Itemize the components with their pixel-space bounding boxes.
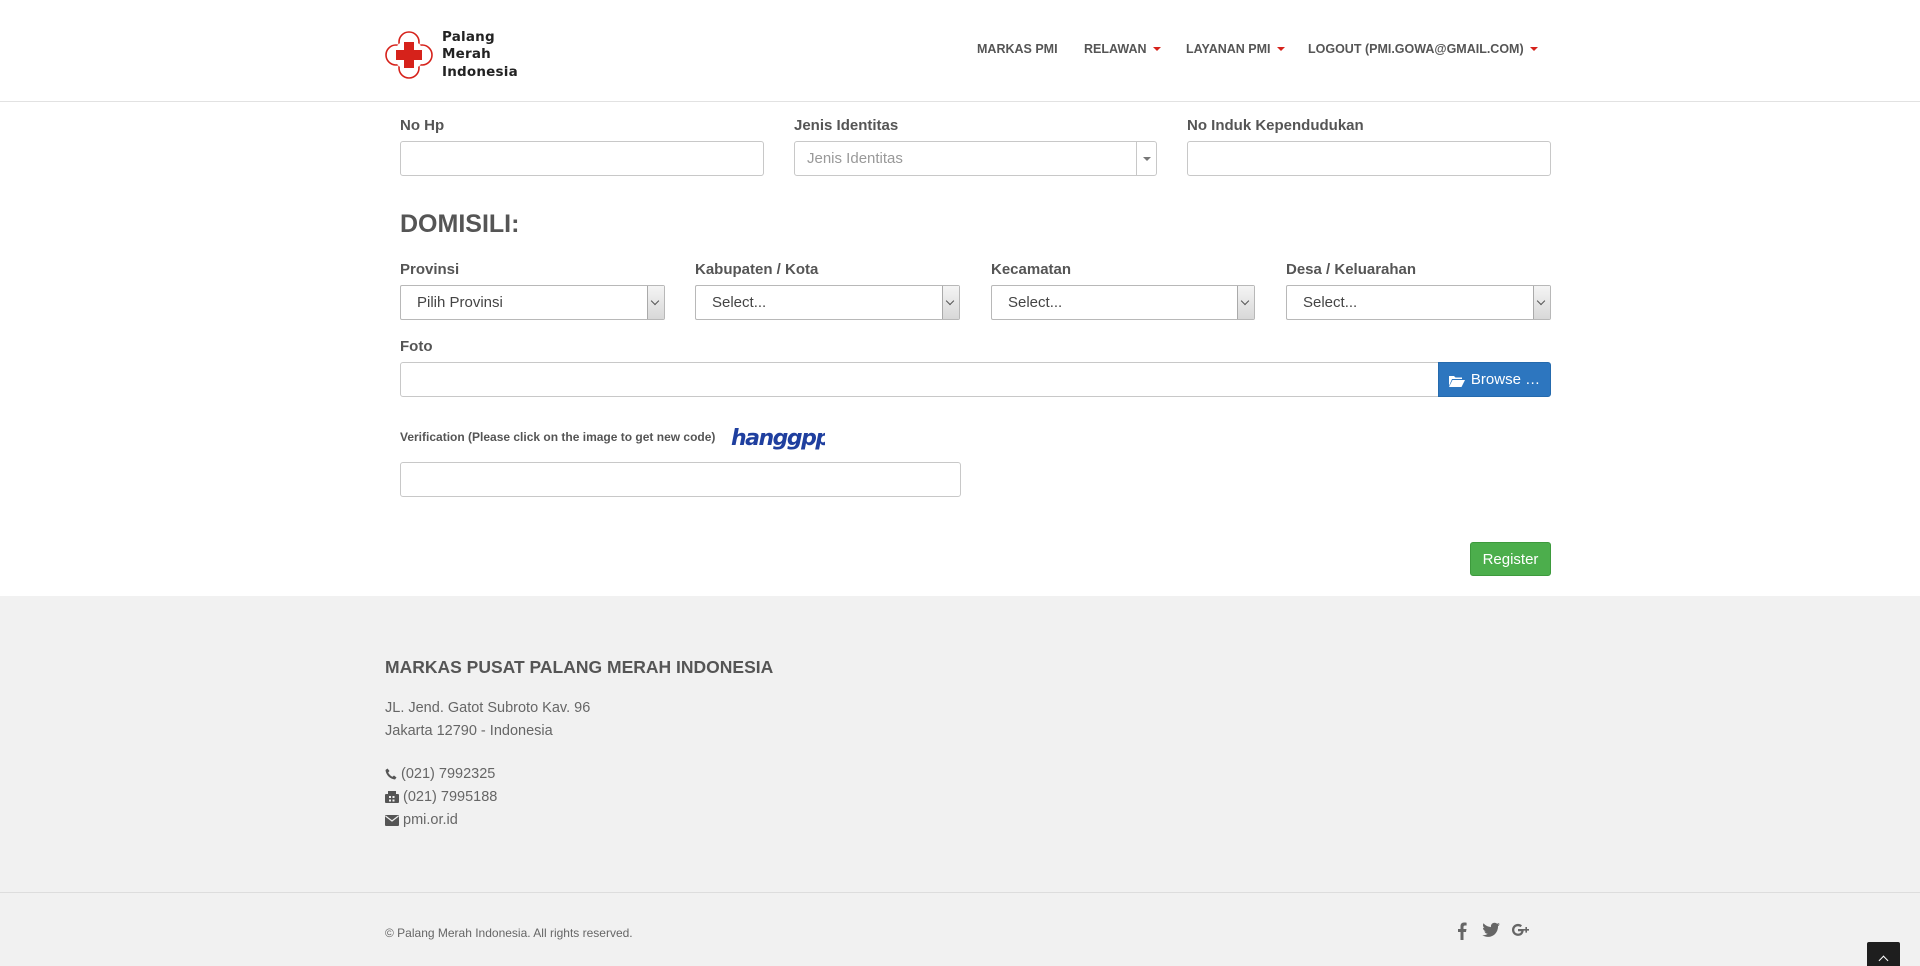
desa-label: Desa / Keluarahan — [1286, 261, 1417, 278]
jenis-identitas-label: Jenis Identitas — [794, 117, 899, 134]
caret-down-icon — [1276, 46, 1285, 51]
footer-web-text[interactable]: pmi.or.id — [403, 812, 458, 828]
folder-open-icon — [1448, 374, 1465, 387]
footer-web: pmi.or.id — [385, 812, 458, 828]
no-hp-label: No Hp — [400, 117, 445, 134]
kecamatan-label: Kecamatan — [991, 261, 1072, 278]
red-cross-logo-icon — [385, 31, 433, 79]
nav-logout-label: LOGOUT (PMI.GOWA@GMAIL.COM) — [1308, 42, 1524, 56]
captcha-text: hanggpp — [731, 426, 825, 451]
nav-layanan-pmi-label: LAYANAN PMI — [1186, 42, 1271, 56]
footer-phone: (021) 7992325 — [385, 766, 495, 782]
footer-fax: (021) 7995188 — [385, 789, 497, 805]
desa-selected: Select... — [1303, 294, 1358, 311]
jenis-identitas-select[interactable]: Jenis Identitas — [794, 141, 1157, 176]
copyright-text: © Palang Merah Indonesia. All rights res… — [385, 926, 633, 940]
footer-phone-text: (021) 7992325 — [401, 766, 496, 782]
kabupaten-select[interactable]: Select... — [695, 285, 960, 320]
captcha-image[interactable]: hanggpp — [730, 423, 832, 455]
browse-button-label: Browse … — [1470, 371, 1541, 388]
chevron-down-icon — [942, 286, 959, 319]
nav-relawan[interactable]: RELAWAN — [1084, 42, 1161, 56]
nik-input[interactable] — [1187, 141, 1551, 176]
register-button-label: Register — [1482, 550, 1539, 568]
provinsi-label: Provinsi — [400, 261, 460, 278]
phone-icon — [385, 768, 397, 780]
pmi-logo[interactable]: Palang Merah Indonesia — [385, 29, 518, 82]
chevron-down-icon — [1533, 286, 1550, 319]
chevron-down-icon — [1237, 286, 1254, 319]
site-footer — [0, 596, 1920, 892]
desa-select[interactable]: Select... — [1286, 285, 1551, 320]
foto-file-input[interactable] — [400, 362, 1439, 397]
footer-fax-text: (021) 7995188 — [403, 789, 498, 805]
footer-bottom-bar — [0, 892, 1920, 966]
dropdown-arrow-icon — [1136, 142, 1156, 175]
envelope-icon — [385, 814, 399, 826]
brand-line-2: Merah — [442, 46, 491, 63]
fax-icon — [385, 791, 399, 803]
jenis-identitas-placeholder: Jenis Identitas — [807, 150, 903, 167]
caret-down-icon — [1529, 46, 1538, 51]
scroll-to-top-button[interactable] — [1867, 942, 1900, 966]
footer-address-line-2: Jakarta 12790 - Indonesia — [385, 723, 553, 739]
domisili-heading: DOMISILI: — [400, 210, 520, 238]
verification-label: Verification (Please click on the image … — [400, 430, 716, 444]
nav-relawan-label: RELAWAN — [1084, 42, 1147, 56]
brand-name: Palang Merah Indonesia — [442, 29, 518, 82]
nav-layanan-pmi[interactable]: LAYANAN PMI — [1186, 42, 1285, 56]
caret-down-icon — [1152, 46, 1161, 51]
foto-label: Foto — [400, 338, 433, 355]
nav-markas-pmi[interactable]: MARKAS PMI — [977, 42, 1058, 56]
twitter-icon[interactable] — [1482, 922, 1500, 943]
brand-line-1: Palang — [442, 28, 495, 45]
nav-logout[interactable]: LOGOUT (PMI.GOWA@GMAIL.COM) — [1308, 42, 1538, 56]
nik-label: No Induk Kependudukan — [1187, 117, 1364, 134]
chevron-down-icon — [647, 286, 664, 319]
brand-line-3: Indonesia — [442, 63, 518, 80]
kecamatan-selected: Select... — [1008, 294, 1063, 311]
site-header: Palang Merah Indonesia MARKAS PMI RELAWA… — [0, 0, 1920, 102]
provinsi-select[interactable]: Pilih Provinsi — [400, 285, 665, 320]
register-button[interactable]: Register — [1470, 542, 1551, 576]
footer-title: MARKAS PUSAT PALANG MERAH INDONESIA — [385, 657, 774, 677]
nav-markas-pmi-label: MARKAS PMI — [977, 42, 1058, 56]
provinsi-selected: Pilih Provinsi — [417, 294, 503, 311]
no-hp-input[interactable] — [400, 141, 764, 176]
kabupaten-selected: Select... — [712, 294, 767, 311]
google-plus-icon[interactable] — [1512, 922, 1530, 943]
browse-button[interactable]: Browse … — [1438, 362, 1551, 397]
footer-address-line-1: JL. Jend. Gatot Subroto Kav. 96 — [385, 700, 591, 716]
verification-input[interactable] — [400, 462, 961, 497]
facebook-icon[interactable] — [1457, 922, 1467, 945]
kecamatan-select[interactable]: Select... — [991, 285, 1255, 320]
kabupaten-label: Kabupaten / Kota — [695, 261, 819, 278]
